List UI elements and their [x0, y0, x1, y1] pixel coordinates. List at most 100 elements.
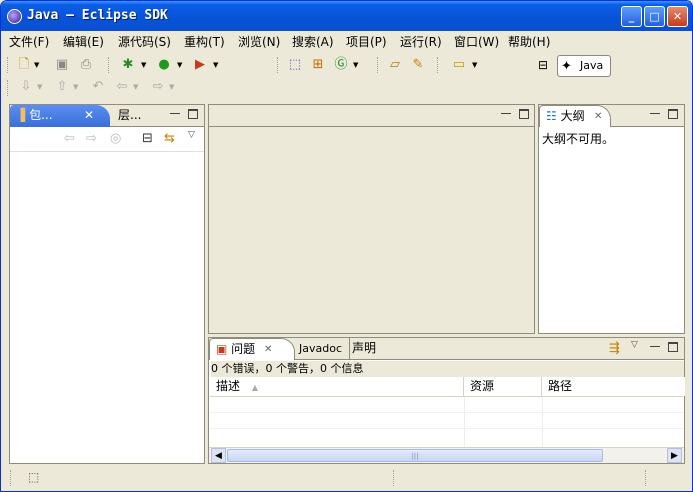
next-annotation-dropdown-icon[interactable]: ▼ — [37, 78, 42, 96]
back-icon[interactable]: ⇦ — [113, 78, 131, 96]
previous-annotation-dropdown-icon[interactable]: ▼ — [73, 78, 78, 96]
external-tools-icon[interactable]: ▶ — [191, 56, 209, 74]
search-icon[interactable]: ✎ — [409, 56, 427, 74]
menu-edit[interactable]: 编辑(E) — [63, 33, 104, 50]
view-menu-icon[interactable]: ▽ — [631, 340, 638, 350]
folder-dropdown-icon[interactable]: ▼ — [472, 56, 477, 74]
menu-project[interactable]: 项目(P) — [346, 33, 387, 50]
new-class-icon[interactable]: Ⓖ — [332, 56, 350, 74]
column-path[interactable]: 路径 — [542, 377, 685, 396]
navigation-toolbar: ⇩ ▼ ⇧ ▼ ↶ ⇦ ▼ ⇨ ▼ — [1, 78, 692, 102]
column-description-label: 描述 — [216, 379, 241, 393]
forward-icon[interactable]: ⇨ — [86, 131, 97, 146]
toolbar-grip[interactable] — [108, 57, 110, 73]
new-java-project-icon[interactable]: ⬚ — [286, 56, 304, 74]
editor-tabbar — [209, 105, 534, 127]
toolbar-grip[interactable] — [377, 57, 379, 73]
menu-file[interactable]: 文件(F) — [9, 33, 49, 50]
outline-message: 大纲不可用。 — [542, 132, 615, 146]
link-with-editor-icon[interactable]: ⇆ — [164, 131, 175, 146]
maximize-button[interactable]: □ — [644, 6, 665, 27]
close-tab-icon[interactable]: ✕ — [264, 339, 272, 360]
menu-source[interactable]: 源代码(S) — [118, 33, 171, 50]
menu-refactor[interactable]: 重构(T) — [184, 33, 225, 50]
tab-javadoc[interactable]: Javadoc — [299, 338, 342, 360]
maximize-view-icon[interactable] — [668, 109, 678, 119]
menu-run[interactable]: 运行(R) — [400, 33, 442, 50]
new-dropdown-icon[interactable]: ▼ — [34, 56, 39, 74]
tab-problems[interactable]: ▣ 问题 ✕ — [209, 338, 295, 360]
next-annotation-icon[interactable]: ⇩ — [17, 78, 35, 96]
column-description[interactable]: 描述 ▲ — [210, 377, 464, 396]
problems-icon: ▣ — [216, 342, 228, 356]
menu-help[interactable]: 帮助(H) — [508, 33, 550, 50]
print-icon[interactable]: ⎙ — [77, 56, 95, 74]
open-perspective-icon[interactable]: ⊟ — [538, 58, 554, 74]
forward-icon[interactable]: ⇨ — [149, 78, 167, 96]
column-resource[interactable]: 资源 — [464, 377, 542, 396]
editor-area — [208, 104, 535, 334]
minimize-view-icon[interactable] — [650, 346, 660, 348]
tab-outline-label: 大纲 — [560, 109, 585, 123]
toolbar-grip[interactable] — [437, 57, 439, 73]
previous-annotation-icon[interactable]: ⇧ — [53, 78, 71, 96]
menu-search[interactable]: 搜索(A) — [292, 33, 334, 50]
collapse-all-icon[interactable]: ⊟ — [142, 131, 153, 146]
open-type-icon[interactable]: ▱ — [386, 56, 404, 74]
save-icon[interactable]: ▣ — [53, 56, 71, 74]
close-tab-icon[interactable]: ✕ — [84, 105, 94, 126]
close-tab-icon[interactable]: ✕ — [594, 106, 602, 127]
tab-hierarchy[interactable]: 层... — [118, 105, 141, 127]
title-bar[interactable]: Java — Eclipse SDK _ □ ✕ — [1, 1, 692, 31]
java-perspective-icon: ✦ — [561, 59, 572, 74]
scroll-thumb[interactable]: ||| — [227, 449, 603, 462]
perspective-java-button[interactable]: ✦ Java — [557, 55, 611, 77]
new-icon[interactable]: 🗋 — [15, 56, 33, 74]
scroll-right-icon[interactable]: ▶ — [667, 448, 682, 463]
horizontal-scrollbar[interactable]: ◀ ||| ▶ — [209, 447, 684, 463]
up-icon[interactable]: ◎ — [110, 131, 121, 146]
perspective-label: Java — [580, 59, 604, 72]
status-grip — [393, 470, 395, 486]
run-icon[interactable]: ● — [155, 56, 173, 74]
scroll-left-icon[interactable]: ◀ — [211, 448, 226, 463]
tab-package-explorer[interactable]: ▐ 包... ✕ — [10, 105, 110, 127]
new-class-dropdown-icon[interactable]: ▼ — [353, 56, 358, 74]
debug-icon[interactable]: ✱ — [119, 56, 137, 74]
debug-dropdown-icon[interactable]: ▼ — [141, 56, 146, 74]
minimize-view-icon[interactable] — [170, 113, 180, 115]
tab-declaration[interactable]: 声明 — [349, 338, 376, 360]
window-title: Java — Eclipse SDK — [27, 8, 168, 23]
minimize-button[interactable]: _ — [621, 6, 642, 27]
package-explorer-panel: ▐ 包... ✕ 层... ⇦ ⇨ ◎ ⊟ ⇆ ▽ — [9, 104, 205, 464]
problems-tabbar: ▣ 问题 ✕ Javadoc 声明 ⇶ ▽ — [209, 338, 684, 360]
close-button[interactable]: ✕ — [667, 6, 688, 27]
maximize-view-icon[interactable] — [188, 109, 198, 119]
folder-icon[interactable]: ▭ — [450, 56, 468, 74]
toolbar-grip[interactable] — [7, 57, 9, 73]
new-package-icon[interactable]: ⊞ — [309, 56, 327, 74]
eclipse-window: Java — Eclipse SDK _ □ ✕ 文件(F) 编辑(E) 源代码… — [0, 0, 693, 492]
minimize-view-icon[interactable] — [501, 113, 511, 115]
run-dropdown-icon[interactable]: ▼ — [177, 56, 182, 74]
back-icon[interactable]: ⇦ — [64, 131, 75, 146]
forward-dropdown-icon[interactable]: ▼ — [169, 78, 174, 96]
outline-panel: ☷ 大纲 ✕ 大纲不可用。 — [538, 104, 685, 334]
external-tools-dropdown-icon[interactable]: ▼ — [213, 56, 218, 74]
maximize-view-icon[interactable] — [519, 109, 529, 119]
outline-tabbar: ☷ 大纲 ✕ — [539, 105, 684, 127]
back-dropdown-icon[interactable]: ▼ — [133, 78, 138, 96]
menu-window[interactable]: 窗口(W) — [454, 33, 499, 50]
toolbar-grip[interactable] — [277, 57, 279, 73]
view-menu-icon[interactable]: ▽ — [188, 130, 195, 140]
tab-outline[interactable]: ☷ 大纲 ✕ — [539, 105, 611, 127]
minimize-view-icon[interactable] — [650, 113, 660, 115]
last-edit-icon[interactable]: ↶ — [89, 78, 107, 96]
filter-icon[interactable]: ⇶ — [609, 341, 620, 356]
view-toolbar: ⇦ ⇨ ◎ ⊟ ⇆ ▽ — [10, 128, 204, 152]
fast-view-icon[interactable]: ⬚ — [28, 470, 39, 484]
problems-summary: 0 个错误，0 个警告，0 个信息 — [211, 361, 684, 377]
menu-navigate[interactable]: 浏览(N) — [238, 33, 280, 50]
toolbar-grip[interactable] — [7, 80, 9, 96]
maximize-view-icon[interactable] — [668, 342, 678, 352]
